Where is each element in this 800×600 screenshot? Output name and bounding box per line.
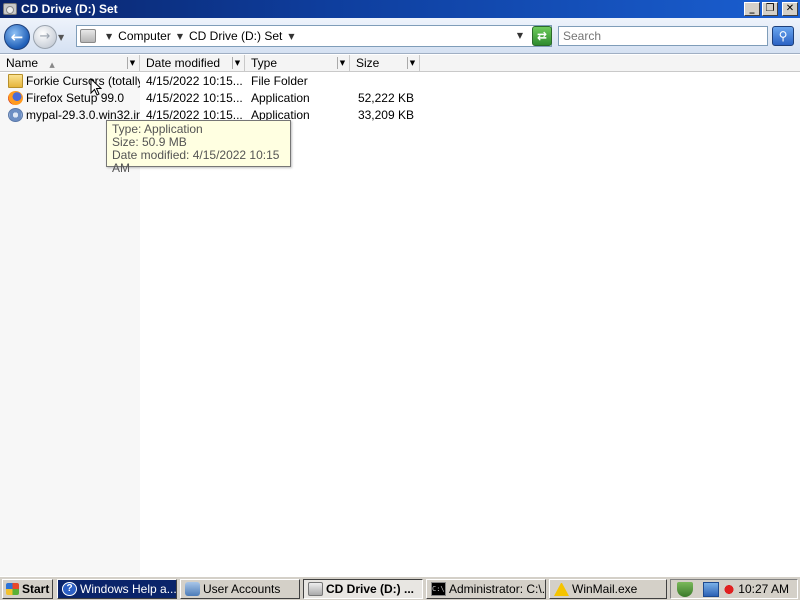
- breadcrumb-cd-drive[interactable]: CD Drive (D:) Set: [189, 29, 282, 43]
- sort-ascending-icon: ▲: [49, 61, 55, 69]
- refresh-button[interactable]: ⇄: [532, 26, 552, 46]
- column-type-label: Type: [251, 56, 278, 70]
- file-info-tooltip: Type: Application Size: 50.9 MB Date mod…: [106, 120, 291, 175]
- column-type[interactable]: Type ▼: [245, 55, 350, 72]
- cd-drive-icon: [3, 3, 17, 15]
- column-dropdown-icon[interactable]: ▼: [337, 57, 347, 69]
- column-date-label: Date modified: [146, 56, 221, 70]
- file-name: Forkie Cursors (totally ...: [26, 74, 140, 88]
- task-label: Windows Help a...: [80, 582, 177, 596]
- file-type: Application: [251, 91, 310, 105]
- list-item[interactable]: Forkie Cursors (totally ... 4/15/2022 10…: [0, 73, 420, 89]
- file-date: 4/15/2022 10:15...: [146, 74, 243, 88]
- navigation-bar: ← → ▼ ▼ Computer ▼ CD Drive (D:) Set ▼ ▼…: [0, 18, 800, 54]
- mouse-pointer-icon: [90, 78, 102, 96]
- security-shield-icon[interactable]: [677, 582, 693, 597]
- minimize-button[interactable]: _: [744, 2, 760, 16]
- task-user-accounts[interactable]: User Accounts: [180, 579, 300, 599]
- start-button[interactable]: Start: [2, 579, 53, 599]
- column-dropdown-icon[interactable]: ▼: [232, 57, 242, 69]
- breadcrumb-chevron-icon[interactable]: ▼: [288, 32, 294, 41]
- clock[interactable]: 10:27 AM: [738, 580, 789, 598]
- folder-icon: [8, 74, 23, 88]
- search-icon: ⚲: [778, 29, 788, 43]
- task-cd-drive[interactable]: CD Drive (D:) ...: [303, 579, 423, 599]
- forward-button[interactable]: →: [33, 25, 57, 49]
- cd-drive-icon: [308, 582, 323, 596]
- recent-pages-dropdown-icon[interactable]: ▼: [58, 33, 64, 42]
- task-label: Administrator: C:\...: [449, 582, 546, 596]
- back-button[interactable]: ←: [4, 24, 30, 50]
- back-arrow-icon: ←: [10, 28, 24, 46]
- column-size-label: Size: [356, 56, 380, 70]
- breadcrumb-chevron-icon[interactable]: ▼: [177, 32, 183, 41]
- system-tray: 10:27 AM: [670, 579, 798, 599]
- address-dropdown-icon[interactable]: ▼: [517, 31, 523, 40]
- column-dropdown-icon[interactable]: ▼: [407, 57, 417, 69]
- address-bar[interactable]: ▼ Computer ▼ CD Drive (D:) Set ▼ ▼: [76, 25, 552, 47]
- column-dropdown-icon[interactable]: ▼: [127, 57, 137, 69]
- start-label: Start: [22, 582, 50, 596]
- file-type: File Folder: [251, 74, 308, 88]
- title-bar: CD Drive (D:) Set _ ❐ ✕: [0, 0, 800, 18]
- column-size[interactable]: Size ▼: [350, 55, 420, 72]
- windows-logo-icon: [6, 583, 19, 595]
- task-windows-help[interactable]: ? Windows Help a...: [57, 579, 177, 599]
- forward-arrow-icon: →: [39, 29, 51, 44]
- task-label: WinMail.exe: [572, 582, 638, 596]
- breadcrumb-computer[interactable]: Computer: [118, 29, 171, 43]
- task-label: CD Drive (D:) ...: [326, 582, 415, 596]
- file-name: Firefox Setup 99.0: [26, 91, 125, 105]
- column-name-label: Name: [6, 56, 39, 70]
- list-item[interactable]: Firefox Setup 99.0 4/15/2022 10:15... Ap…: [0, 90, 420, 106]
- task-label: User Accounts: [203, 582, 281, 596]
- file-size: 33,209 KB: [357, 108, 414, 122]
- column-date-modified[interactable]: Date modified ▼: [140, 55, 245, 72]
- task-command-prompt[interactable]: C:\ Administrator: C:\...: [426, 579, 546, 599]
- search-button[interactable]: ⚲: [772, 26, 794, 46]
- search-input[interactable]: [558, 26, 768, 46]
- warning-icon: [554, 582, 569, 596]
- column-header: Name ▲ ▼ Date modified ▼ Type ▼ Size ▼: [0, 55, 800, 72]
- firefox-icon: [8, 91, 23, 105]
- file-date: 4/15/2022 10:15...: [146, 91, 243, 105]
- close-button[interactable]: ✕: [782, 2, 798, 16]
- network-icon[interactable]: [703, 582, 719, 597]
- command-prompt-icon: C:\: [431, 582, 446, 596]
- task-winmail[interactable]: WinMail.exe: [549, 579, 667, 599]
- column-name[interactable]: Name ▲ ▼: [0, 55, 140, 72]
- users-icon: [185, 582, 200, 596]
- breadcrumb-chevron-icon[interactable]: ▼: [106, 32, 112, 41]
- refresh-icon: ⇄: [536, 29, 548, 43]
- tooltip-date: Date modified: 4/15/2022 10:15 AM: [112, 148, 280, 175]
- installer-icon: [8, 108, 23, 122]
- volume-muted-icon[interactable]: [721, 582, 737, 597]
- window-title: CD Drive (D:) Set: [21, 2, 118, 16]
- window-controls: _ ❐ ✕: [744, 2, 798, 16]
- file-size: 52,222 KB: [357, 91, 414, 105]
- help-icon: ?: [62, 582, 77, 596]
- cd-drive-icon: [80, 29, 96, 43]
- restore-button[interactable]: ❐: [762, 2, 778, 16]
- taskbar: Start ? Windows Help a... User Accounts …: [0, 576, 800, 600]
